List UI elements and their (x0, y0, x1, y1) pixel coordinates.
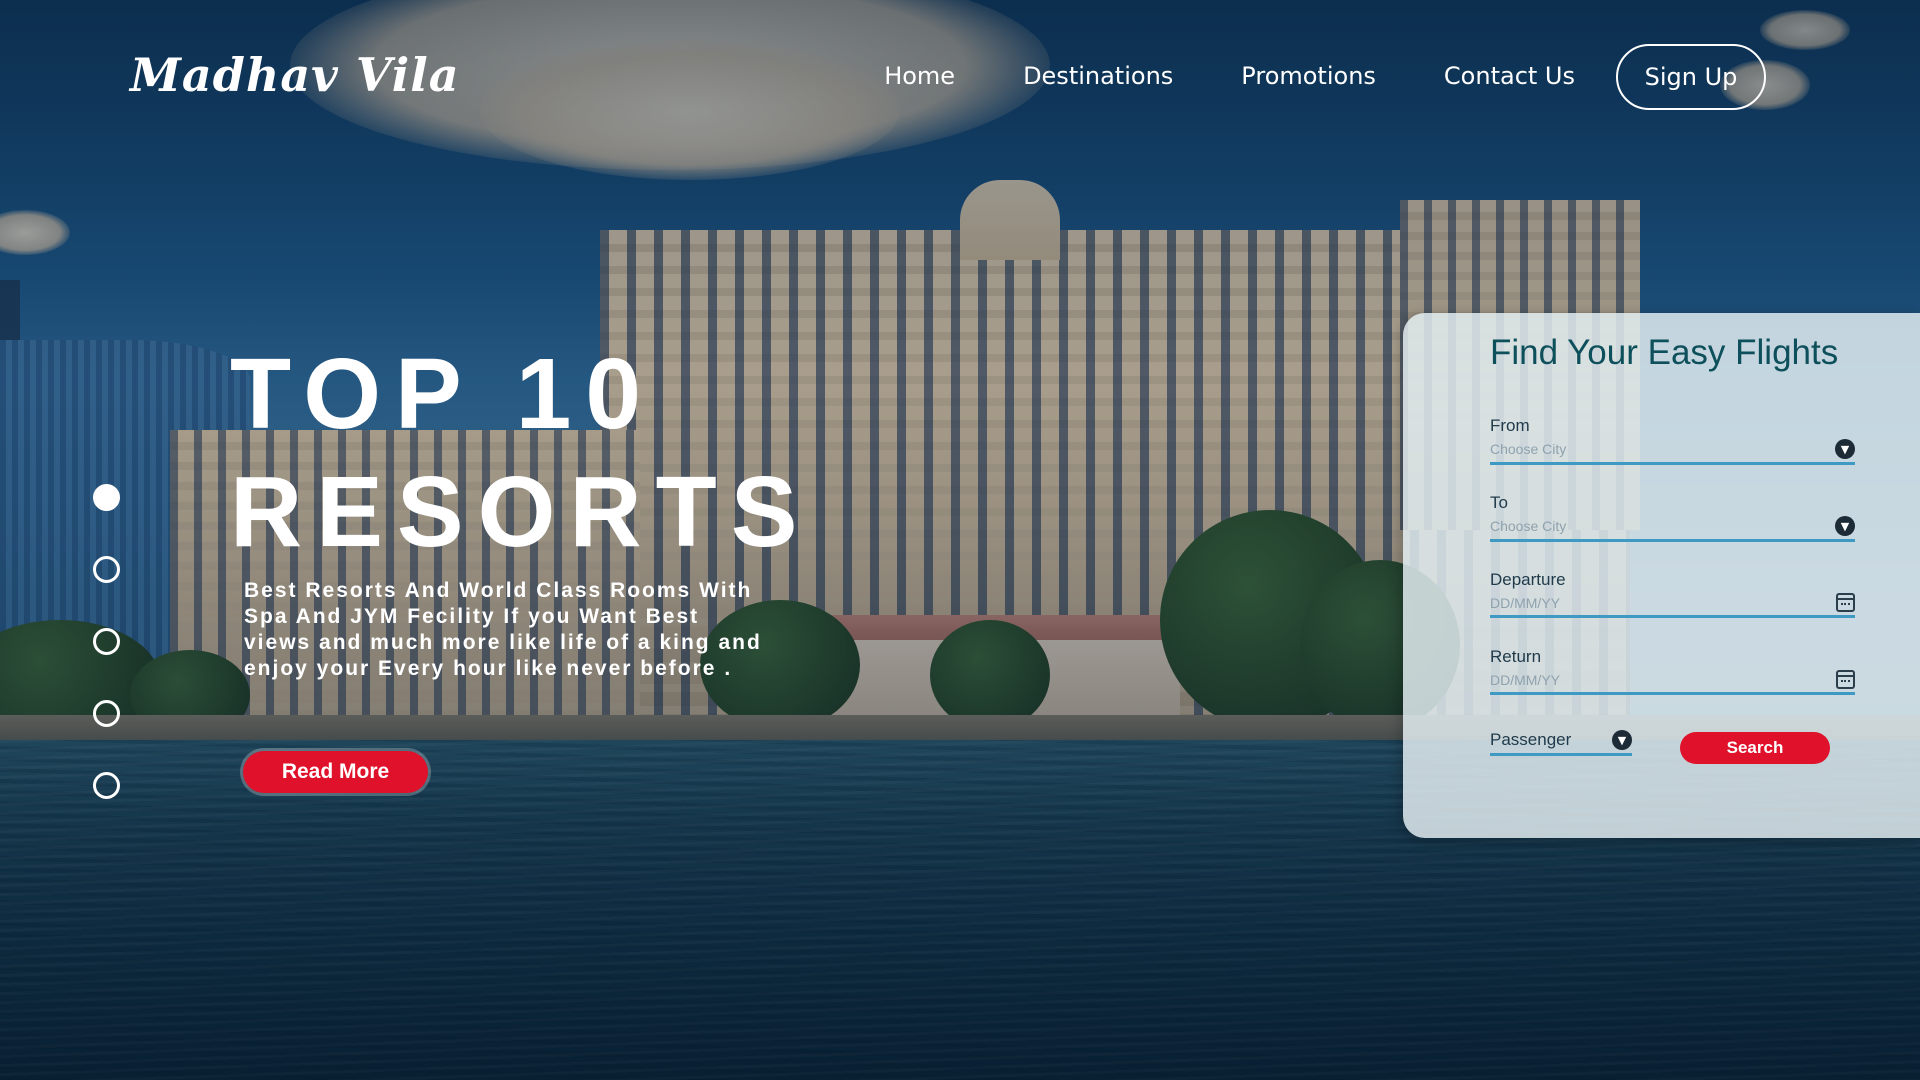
chevron-down-icon[interactable]: ▼ (1835, 439, 1855, 459)
hero-title-line-1: TOP 10 (230, 338, 655, 450)
slider-dot-2[interactable] (93, 556, 120, 583)
passenger-field[interactable]: Passenger ▼ (1490, 730, 1632, 756)
slider-dot-5[interactable] (93, 772, 120, 799)
nav-destinations[interactable]: Destinations (1023, 62, 1173, 90)
chevron-down-icon[interactable]: ▼ (1612, 730, 1632, 750)
to-placeholder: Choose City (1490, 518, 1567, 534)
calendar-icon[interactable] (1836, 593, 1855, 612)
hero-title: TOP 10 RESORTS (230, 335, 811, 571)
read-more-button[interactable]: Read More (243, 751, 428, 793)
search-button[interactable]: Search (1680, 732, 1830, 764)
passenger-select[interactable]: Passenger ▼ (1490, 730, 1632, 756)
to-field[interactable]: To Choose City ▼ (1490, 493, 1855, 542)
return-label: Return (1490, 647, 1542, 666)
hero-description: Best Resorts And World Class Rooms With … (244, 579, 762, 680)
departure-placeholder: DD/MM/YY (1490, 594, 1560, 611)
nav-home[interactable]: Home (884, 62, 955, 90)
return-field[interactable]: Return DD/MM/YY (1490, 647, 1855, 695)
slider-dot-1[interactable] (93, 484, 120, 511)
from-label: From (1490, 416, 1530, 435)
calendar-icon[interactable] (1836, 670, 1855, 689)
departure-field[interactable]: Departure DD/MM/YY (1490, 570, 1855, 618)
departure-label: Departure (1490, 570, 1566, 589)
main-nav: Home Destinations Promotions Contact Us (884, 62, 1575, 90)
from-select[interactable]: Choose City ▼ (1490, 439, 1855, 465)
chevron-down-icon[interactable]: ▼ (1835, 516, 1855, 536)
from-field[interactable]: From Choose City ▼ (1490, 416, 1855, 465)
slider-dot-4[interactable] (93, 700, 120, 727)
brand-logo[interactable]: Madhav Vila (130, 48, 460, 102)
from-placeholder: Choose City (1490, 441, 1567, 457)
hero-title-line-2: RESORTS (230, 456, 812, 568)
to-label: To (1490, 493, 1508, 512)
panel-title: Find Your Easy Flights (1490, 333, 1839, 372)
departure-date-input[interactable]: DD/MM/YY (1490, 593, 1855, 618)
return-date-input[interactable]: DD/MM/YY (1490, 670, 1855, 695)
slider-pagination (93, 484, 120, 799)
sign-up-button[interactable]: Sign Up (1616, 44, 1766, 110)
flight-search-panel: Find Your Easy Flights From Choose City … (1403, 313, 1920, 838)
passenger-label: Passenger (1490, 730, 1572, 749)
slider-dot-3[interactable] (93, 628, 120, 655)
nav-contact-us[interactable]: Contact Us (1444, 62, 1575, 90)
return-placeholder: DD/MM/YY (1490, 671, 1560, 688)
nav-promotions[interactable]: Promotions (1241, 62, 1376, 90)
to-select[interactable]: Choose City ▼ (1490, 516, 1855, 542)
